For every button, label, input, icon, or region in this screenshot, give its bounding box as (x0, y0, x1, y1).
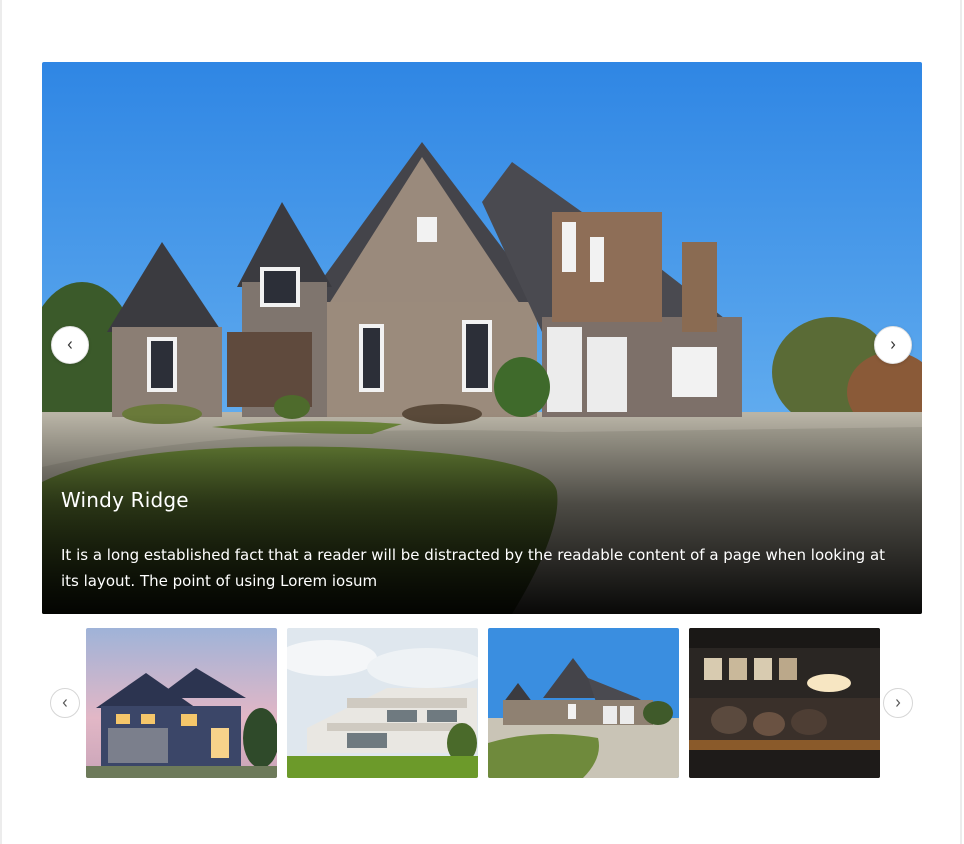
thumbnails-prev-button[interactable] (50, 688, 80, 718)
slide-prev-button[interactable] (51, 326, 89, 364)
slide-description: It is a long established fact that a rea… (61, 546, 886, 590)
main-slide: Windy Ridge It is a long established fac… (42, 62, 922, 614)
thumbnail-restaurant[interactable] (689, 628, 880, 778)
slide-next-button[interactable] (874, 326, 912, 364)
slide-title: Windy Ridge (61, 488, 189, 512)
chevron-right-icon (896, 699, 901, 707)
thumbnail-brick-house[interactable] (488, 628, 679, 778)
chevron-left-icon (62, 699, 67, 707)
chevron-right-icon (891, 341, 896, 349)
chevron-left-icon (67, 341, 72, 349)
thumbnail-blue-house[interactable] (86, 628, 277, 778)
slide-caption: Windy Ridge It is a long established fac… (61, 488, 898, 594)
thumbnails-next-button[interactable] (883, 688, 913, 718)
thumbnail-modern-house[interactable] (287, 628, 478, 778)
